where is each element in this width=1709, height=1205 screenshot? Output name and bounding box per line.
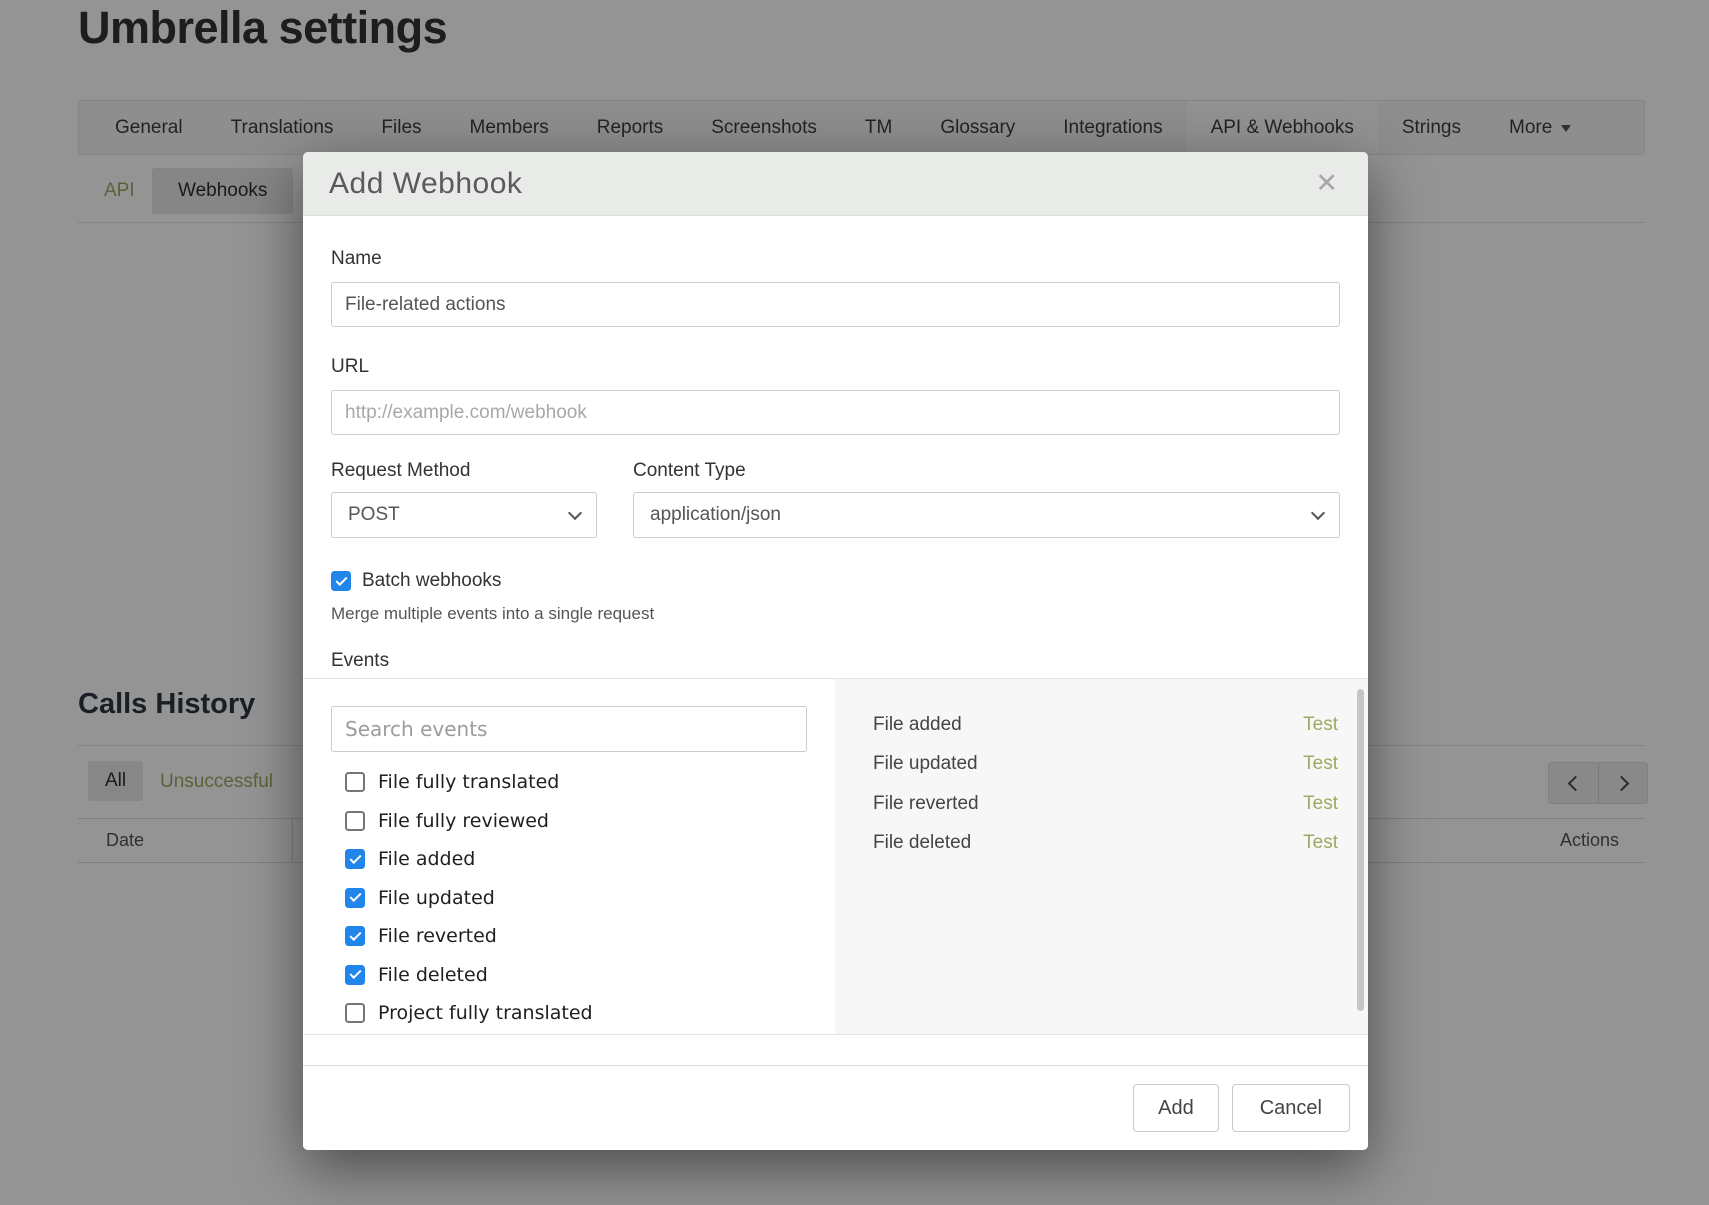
selected-event-label: File deleted <box>873 832 971 854</box>
selected-event-label: File updated <box>873 753 978 775</box>
cancel-button[interactable]: Cancel <box>1232 1084 1350 1132</box>
event-option-label: File reverted <box>378 925 497 947</box>
event-option-label: File fully reviewed <box>378 810 549 832</box>
events-label: Events <box>331 650 389 672</box>
batch-webhooks-checkbox[interactable] <box>331 571 351 591</box>
event-checkbox[interactable] <box>345 849 365 869</box>
event-checkbox[interactable] <box>345 965 365 985</box>
event-option-file-deleted[interactable]: File deleted <box>303 956 835 995</box>
selected-event-file-added: File added Test <box>835 705 1368 745</box>
selected-event-file-deleted: File deleted Test <box>835 824 1368 864</box>
url-input[interactable] <box>331 390 1340 435</box>
test-link[interactable]: Test <box>1303 753 1338 775</box>
chevron-down-icon <box>1311 505 1325 519</box>
selected-events-list: File added Test File updated Test File r… <box>835 705 1368 863</box>
selected-event-file-reverted: File reverted Test <box>835 784 1368 824</box>
test-link[interactable]: Test <box>1303 832 1338 854</box>
events-options-pane: File fully translated File fully reviewe… <box>303 679 835 1034</box>
test-link[interactable]: Test <box>1303 793 1338 815</box>
name-label: Name <box>331 248 382 270</box>
event-option-label: Project fully translated <box>378 1002 593 1024</box>
event-option-file-reverted[interactable]: File reverted <box>303 917 835 956</box>
request-method-label: Request Method <box>331 460 470 482</box>
event-checkbox[interactable] <box>345 1003 365 1023</box>
content-type-label: Content Type <box>633 460 746 482</box>
batch-webhooks-label: Batch webhooks <box>362 570 501 592</box>
content-type-select[interactable]: application/json <box>633 492 1340 538</box>
events-region: File fully translated File fully reviewe… <box>303 678 1368 1035</box>
test-link[interactable]: Test <box>1303 714 1338 736</box>
modal-header: Add Webhook ✕ <box>303 152 1368 216</box>
event-option-project-fully-translated[interactable]: Project fully translated <box>303 994 835 1033</box>
scrollbar-thumb[interactable] <box>1357 689 1364 1011</box>
check-icon <box>349 967 361 979</box>
modal-title: Add Webhook <box>329 167 522 201</box>
events-options-list: File fully translated File fully reviewe… <box>303 763 835 1033</box>
event-option-label: File fully translated <box>378 771 559 793</box>
check-icon <box>335 573 347 585</box>
search-events-input[interactable] <box>331 706 807 752</box>
add-webhook-modal: Add Webhook ✕ Name URL Request Method Co… <box>303 152 1368 1150</box>
chevron-down-icon <box>568 505 582 519</box>
event-checkbox[interactable] <box>345 811 365 831</box>
event-option-file-updated[interactable]: File updated <box>303 879 835 918</box>
event-option-label: File deleted <box>378 964 488 986</box>
modal-footer: Add Cancel <box>303 1065 1368 1150</box>
selected-event-file-updated: File updated Test <box>835 745 1368 785</box>
batch-webhooks-help: Merge multiple events into a single requ… <box>331 604 654 624</box>
check-icon <box>349 852 361 864</box>
selected-event-label: File added <box>873 714 962 736</box>
request-method-select[interactable]: POST <box>331 492 597 538</box>
selected-event-label: File reverted <box>873 793 979 815</box>
close-icon[interactable]: ✕ <box>1301 162 1352 205</box>
add-button[interactable]: Add <box>1133 1084 1219 1132</box>
check-icon <box>349 890 361 902</box>
name-input[interactable] <box>331 282 1340 327</box>
event-option-label: File added <box>378 848 475 870</box>
event-option-file-fully-translated[interactable]: File fully translated <box>303 763 835 802</box>
event-option-label: File updated <box>378 887 495 909</box>
event-option-file-added[interactable]: File added <box>303 840 835 879</box>
url-label: URL <box>331 356 369 378</box>
event-checkbox[interactable] <box>345 888 365 908</box>
event-checkbox[interactable] <box>345 772 365 792</box>
selected-events-pane: File added Test File updated Test File r… <box>835 679 1368 1034</box>
batch-webhooks-row[interactable]: Batch webhooks <box>331 570 501 592</box>
event-option-file-fully-reviewed[interactable]: File fully reviewed <box>303 802 835 841</box>
check-icon <box>349 929 361 941</box>
content-type-value: application/json <box>650 504 781 526</box>
request-method-value: POST <box>348 504 400 526</box>
event-checkbox[interactable] <box>345 926 365 946</box>
